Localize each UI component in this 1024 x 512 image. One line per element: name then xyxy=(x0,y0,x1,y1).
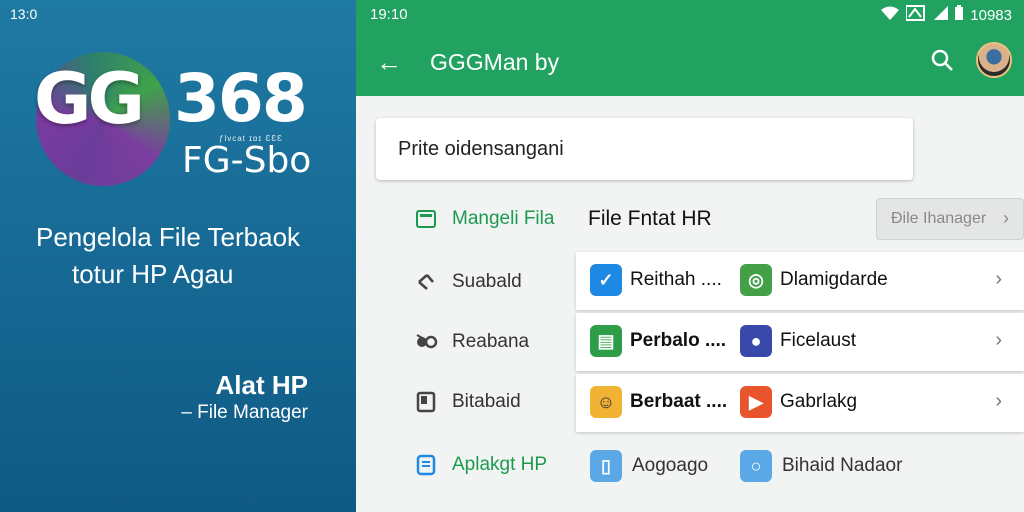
search-input[interactable]: Prite oidensangani xyxy=(376,118,913,180)
game-icon: ◎ xyxy=(740,264,772,296)
palette-icon: ● xyxy=(740,325,772,357)
list-item-label: Berbaat .... xyxy=(630,391,728,412)
cell-signal-icon xyxy=(934,6,949,24)
section-heading: File Fntat HR xyxy=(588,207,712,230)
share-icon xyxy=(414,270,438,294)
list-item-left[interactable]: ☺ Berbaat .... xyxy=(590,386,727,418)
alat-hp-label: Alat HP xyxy=(215,370,308,400)
file-manager-label: – File Manager xyxy=(181,402,308,423)
tagline-line2: totur HP Agau xyxy=(72,259,234,289)
app-bar: ← GGGMan by xyxy=(356,30,1024,96)
list-item-left[interactable]: ✓ Reithah .... xyxy=(590,264,722,296)
sidebar-item-aplakgt-hp[interactable]: Aplakgt HP xyxy=(414,453,547,477)
sidebar-item-label: Aplakgt HP xyxy=(452,454,548,475)
file-manager-button-label: Ðile Ihanager xyxy=(891,210,987,227)
list-item-label: Gabrlakg xyxy=(780,391,858,412)
list-item[interactable]: ▯ Aogoago xyxy=(590,450,708,482)
file-icon xyxy=(414,453,438,477)
list-item-label: Reithah .... xyxy=(630,269,722,290)
phone-screen: 19:10 10983 ← GGGMan by Prite oidensanga… xyxy=(356,0,1024,512)
wifi-icon xyxy=(880,5,900,25)
list-item[interactable]: ▤ Perbalo .... ● Ficelaust › xyxy=(576,313,1024,371)
search-icon[interactable] xyxy=(928,46,958,76)
download-icon: ✓ xyxy=(590,264,622,296)
logo-number: 368 xyxy=(174,60,308,137)
signal-icon xyxy=(905,5,928,25)
list-item[interactable]: ☺ Berbaat .... ▶ Gabrlakg › xyxy=(576,374,1024,432)
sidebar-item-label: Reabana xyxy=(452,331,530,352)
face-icon: ☺ xyxy=(590,386,622,418)
store-icon: ▤ xyxy=(590,325,622,357)
left-clock: 13:0 xyxy=(10,6,38,22)
sidebar-item-label: Bitabaid xyxy=(452,391,521,412)
document-icon xyxy=(414,390,438,414)
status-time: 19:10 xyxy=(370,6,408,23)
list-item[interactable]: ✓ Reithah .... ◎ Dlamigdarde › xyxy=(576,252,1024,310)
phone-icon: ▯ xyxy=(590,450,622,482)
chevron-right-icon: › xyxy=(1003,208,1009,228)
list-item-left[interactable]: ▤ Perbalo .... xyxy=(590,325,726,357)
sidebar-item-mangeli-fila[interactable]: Mangeli Fila xyxy=(414,207,554,231)
list-item-label: Perbalo .... xyxy=(630,330,727,351)
sidebar-item-label: Suabald xyxy=(452,271,522,292)
arrow-back-icon[interactable]: ← xyxy=(376,47,402,78)
app-title: GGGMan by xyxy=(430,49,560,75)
logo-gg-text: GG xyxy=(34,58,145,140)
promo-panel: 13:0 GG 368 ƒlvcat ɪɒɪ ƐƐƐ FG-Sbo Pengel… xyxy=(0,0,356,512)
chevron-right-icon: › xyxy=(995,268,1002,290)
sidebar-item-reabana[interactable]: Reabana xyxy=(414,330,529,354)
circle-icon: ○ xyxy=(740,450,772,482)
avatar[interactable] xyxy=(976,42,1012,78)
status-bar: 19:10 10983 xyxy=(356,0,1024,30)
logo-subtext: FG-Sbo xyxy=(182,140,312,181)
file-manager-button[interactable]: Ðile Ihanager › xyxy=(876,198,1024,240)
list-item-label: Bihaid Nadaor xyxy=(782,455,903,476)
chevron-right-icon: › xyxy=(995,329,1002,351)
list-item-label: Dlamigdarde xyxy=(780,269,888,290)
list-item[interactable]: ○ Bihaid Nadaor xyxy=(740,450,902,482)
tagline-line1: Pengelola File Terbaok xyxy=(36,222,301,252)
sidebar-item-label: Mangeli Fila xyxy=(452,208,555,229)
folder-icon xyxy=(414,207,438,231)
sidebar-item-bitabaid[interactable]: Bitabaid xyxy=(414,390,521,414)
robot-icon xyxy=(414,330,438,354)
chevron-right-icon: › xyxy=(995,390,1002,412)
list-item-right[interactable]: ◎ Dlamigdarde xyxy=(740,264,888,296)
battery-icon xyxy=(954,5,964,25)
list-item-label: Ficelaust xyxy=(780,330,857,351)
list-item-right[interactable]: ▶ Gabrlakg xyxy=(740,386,857,418)
play-icon: ▶ xyxy=(740,386,772,418)
sidebar-item-suabald[interactable]: Suabald xyxy=(414,270,522,294)
status-icons: 10983 xyxy=(880,5,1012,25)
list-item-label: Aogoago xyxy=(632,455,709,476)
list-item-right[interactable]: ● Ficelaust xyxy=(740,325,856,357)
battery-level: 10983 xyxy=(970,6,1012,24)
app-logo: GG 368 ƒlvcat ɪɒɪ ƐƐƐ FG-Sbo xyxy=(34,50,324,190)
search-input-text: Prite oidensangani xyxy=(398,138,564,160)
